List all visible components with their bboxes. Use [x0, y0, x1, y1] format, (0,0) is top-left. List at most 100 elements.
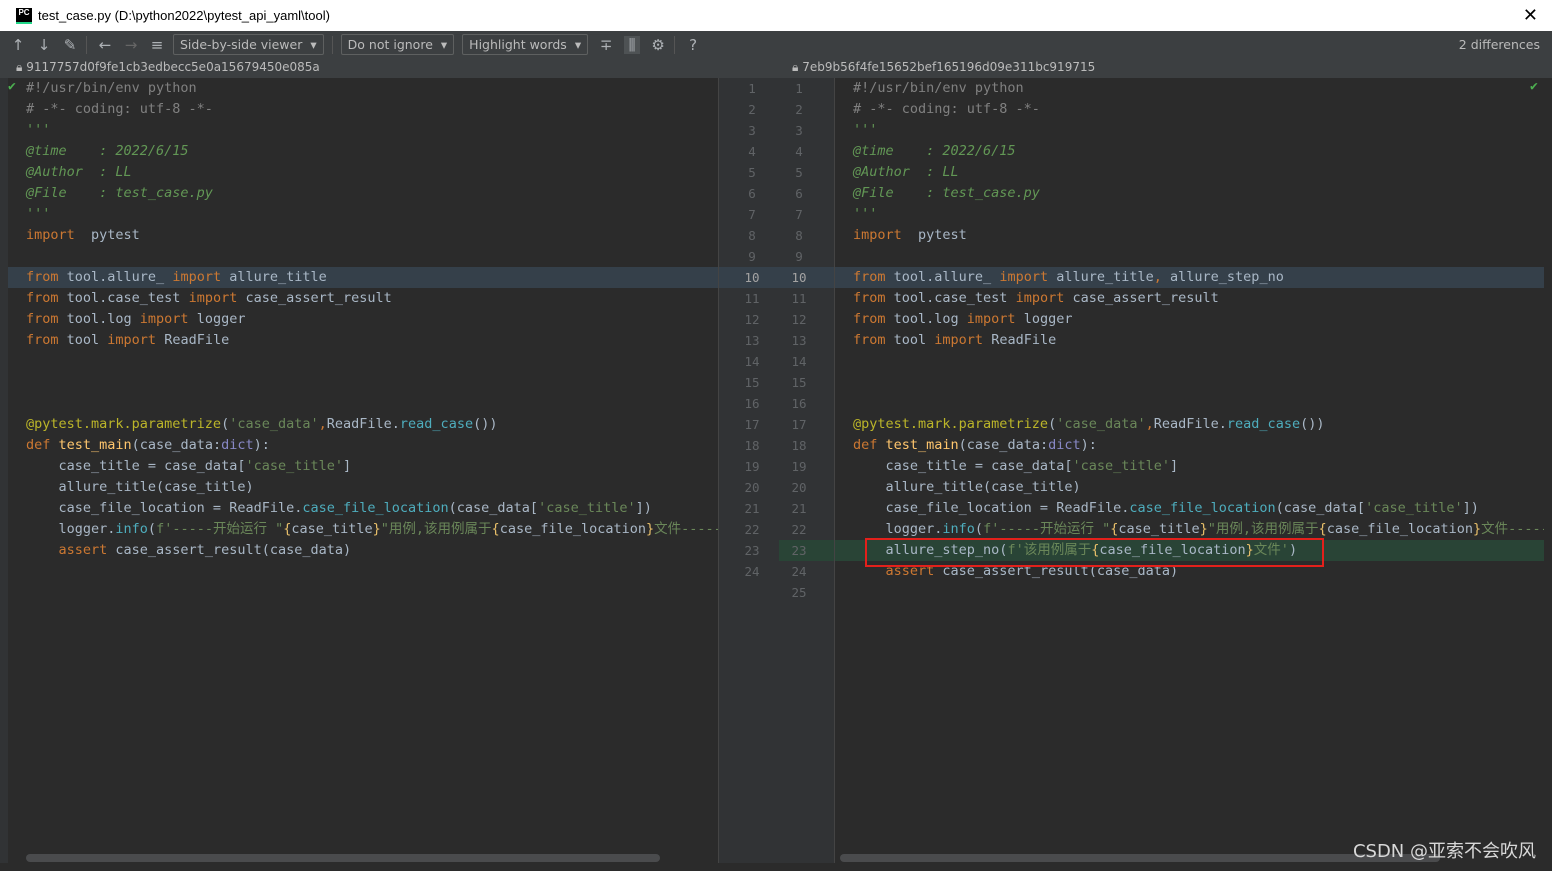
code-line: ''' [853, 120, 877, 141]
help-icon[interactable]: ? [685, 36, 701, 54]
code-token: ] [343, 458, 352, 474]
code-token: (case_data[ [448, 500, 539, 516]
right-line-number: 25 [791, 585, 807, 600]
left-line-number: 13 [744, 333, 760, 348]
code-token: case_title [1118, 521, 1200, 537]
code-line: @time : 2022/6/15 [26, 141, 189, 162]
code-token: read_case [399, 416, 474, 432]
code-line: @File : test_case.py [853, 183, 1040, 204]
code-token: info [115, 521, 148, 537]
code-line: #!/usr/bin/env python [853, 78, 1024, 99]
gear-icon[interactable]: ⚙ [650, 36, 666, 54]
code-token: ]) [635, 500, 652, 516]
code-token: import [172, 269, 222, 285]
code-token: import [934, 332, 984, 348]
list-icon[interactable]: ≡ [149, 36, 165, 54]
left-line-number: 11 [744, 291, 760, 306]
left-line-number: 18 [744, 438, 760, 453]
code-token: from [853, 332, 886, 348]
code-token: from [853, 269, 886, 285]
ignore-dropdown[interactable]: Do not ignore ▾ [340, 34, 455, 55]
watermark: CSDN @亚索不会吹风 [1352, 841, 1536, 862]
code-token: case_title = case_data[ [853, 458, 1073, 474]
code-token: @pytest.mark.parametrize [26, 416, 222, 432]
check-icon: ✔ [1530, 79, 1538, 94]
code-token: from [26, 311, 59, 327]
code-token: pytest [74, 227, 140, 243]
edit-icon[interactable]: ✎ [62, 36, 78, 54]
right-line-number: 7 [795, 207, 803, 222]
code-line: assert case_assert_result(case_data) [26, 540, 352, 561]
code-line: # -*- coding: utf-8 -*- [853, 99, 1040, 120]
divider [331, 35, 333, 54]
left-line-number: 12 [744, 312, 760, 327]
code-line: #!/usr/bin/env python [26, 78, 197, 99]
back-icon[interactable]: ← [97, 36, 113, 54]
code-token: from [853, 290, 886, 306]
code-token: def [853, 437, 878, 453]
right-horizontal-scrollbar[interactable] [840, 854, 1440, 862]
close-icon[interactable]: ✕ [1523, 5, 1538, 26]
code-line: import pytest [26, 225, 140, 246]
code-token: logger [1015, 311, 1073, 327]
code-token: # -*- coding: utf-8 -*- [853, 101, 1040, 117]
code-line: ''' [853, 204, 877, 225]
code-token: ReadFile. [326, 416, 400, 432]
viewer-dropdown[interactable]: Side-by-side viewer ▾ [173, 34, 324, 55]
forward-icon[interactable]: → [123, 36, 139, 54]
right-line-number: 9 [795, 249, 803, 264]
code-token: pytest [901, 227, 967, 243]
code-token: (case_data[ [1275, 500, 1366, 516]
code-token: ]) [1462, 500, 1479, 516]
left-line-number: 24 [744, 564, 760, 579]
code-token: read_case [1226, 416, 1301, 432]
right-editor[interactable]: #!/usr/bin/env python # -*- coding: utf-8… [835, 78, 1544, 863]
code-token: 文件-----') [654, 521, 718, 537]
left-line-number: 23 [744, 543, 760, 558]
code-token: logger. [853, 521, 943, 537]
chevron-down-icon: ▾ [310, 37, 317, 52]
highlight-dropdown[interactable]: Highlight words ▾ [462, 34, 589, 55]
code-token: case_file_location = ReadFile. [853, 500, 1130, 516]
right-line-number: 21 [791, 501, 807, 516]
code-token: from [26, 290, 59, 306]
code-token: case_file_location = ReadFile. [26, 500, 303, 516]
arrow-up-icon[interactable]: ↑ [10, 36, 26, 54]
right-line-number: 19 [791, 459, 807, 474]
code-token: ReadFile [156, 332, 230, 348]
left-revision-hash: 🔒︎ 9117757d0f9fe1cb3edbecc5e0a15679450e0… [16, 60, 320, 75]
code-token: { [1318, 521, 1327, 537]
left-line-number: 9 [748, 249, 756, 264]
code-line: @pytest.mark.parametrize('case_data',Rea… [853, 414, 1324, 435]
left-line-number: 1 [748, 81, 756, 96]
code-token: tool.log [885, 311, 967, 327]
code-token: @pytest.mark.parametrize [853, 416, 1049, 432]
code-token: 'case_title' [245, 458, 343, 474]
collapse-icon[interactable]: ∓ [598, 36, 614, 54]
code-token: ''' [853, 122, 878, 138]
code-line: from tool.allure_ import allure_title [26, 267, 327, 288]
code-token: case_assert_result [237, 290, 392, 306]
code-token: dict [1048, 437, 1081, 453]
code-token: import [139, 311, 189, 327]
left-editor[interactable]: #!/usr/bin/env python # -*- coding: utf-8… [8, 78, 718, 863]
sync-scroll-icon[interactable]: ⫼ [624, 35, 641, 54]
chevron-down-icon: ▾ [440, 37, 448, 52]
window-title: test_case.py (D:\python2022\pytest_api_y… [38, 8, 330, 23]
code-line: logger.info(f'-----开始运行 "{case_title}"用例… [853, 519, 1545, 540]
left-line-number: 2 [748, 102, 756, 117]
code-token: tool.case_test [885, 290, 1016, 306]
code-token: , [1153, 269, 1162, 285]
code-token: 文件-----') [1481, 521, 1544, 537]
code-line: from tool import ReadFile [26, 330, 229, 351]
left-line-number: 4 [748, 144, 756, 159]
code-token: # -*- coding: utf-8 -*- [26, 101, 213, 117]
left-strip [0, 78, 8, 863]
left-horizontal-scrollbar[interactable] [26, 854, 660, 862]
left-line-number: 8 [748, 228, 756, 243]
code-line: allure_title(case_title) [853, 477, 1081, 498]
right-line-number: 15 [791, 375, 807, 390]
code-token: ): [1080, 437, 1097, 453]
lock-icon: 🔒︎ [16, 60, 27, 74]
arrow-down-icon[interactable]: ↓ [36, 36, 52, 54]
